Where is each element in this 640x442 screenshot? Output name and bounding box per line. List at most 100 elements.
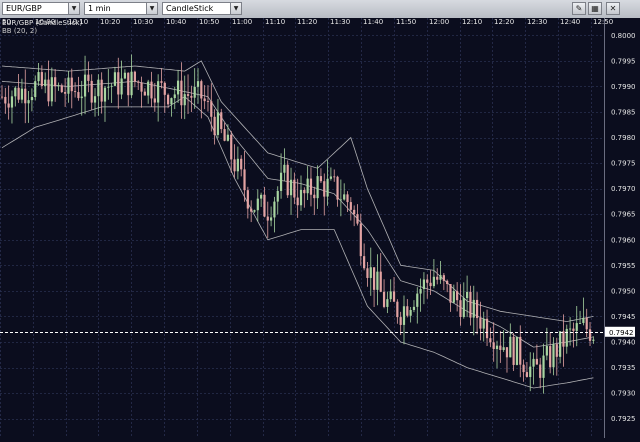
candle-body [87, 74, 90, 81]
candle-body [210, 101, 213, 117]
chart-canvas[interactable] [0, 18, 640, 438]
candle-body [382, 291, 386, 307]
candle-body [343, 194, 346, 200]
candle-body [54, 77, 57, 87]
candle-body [97, 79, 100, 97]
candle-body [27, 100, 30, 104]
candle-body [525, 372, 529, 377]
candle-body [153, 98, 156, 103]
candle-body [559, 331, 562, 357]
candle-body [70, 77, 73, 92]
candle-body [220, 112, 223, 130]
candle-body [313, 194, 316, 199]
candle-body [306, 178, 309, 194]
candle-body [406, 306, 409, 316]
candle-body [206, 101, 210, 102]
candle-body [14, 87, 17, 97]
candle-body [80, 96, 83, 99]
candle-body [4, 96, 7, 104]
candle-body [167, 94, 170, 105]
candle-body [432, 276, 435, 287]
settings-button[interactable]: ▦ [588, 2, 602, 15]
chevron-down-icon[interactable]: ▼ [68, 3, 79, 14]
candle-body [50, 77, 53, 102]
candle-body [260, 194, 263, 199]
candle-body [515, 336, 519, 365]
candle-body [452, 291, 455, 303]
candle-body [466, 291, 469, 299]
candle-body [103, 87, 107, 102]
timeframe-select-value: 1 min [88, 4, 111, 13]
candle-body [336, 176, 339, 200]
candle-body [392, 291, 396, 302]
candle-body [223, 129, 226, 141]
price-axis[interactable] [604, 18, 640, 438]
chevron-down-icon[interactable]: ▼ [230, 3, 241, 14]
candle-body [47, 79, 50, 102]
candle-body [326, 178, 329, 197]
candle-body [578, 322, 582, 324]
candle-body [535, 358, 538, 365]
candle-body [190, 95, 193, 98]
candle-body [57, 85, 60, 87]
candle-body [270, 217, 273, 221]
candle-body [30, 96, 33, 101]
candle-body [0, 96, 4, 98]
timeframe-select[interactable]: 1 min ▼ [84, 2, 158, 15]
candle-body [372, 267, 376, 290]
candle-body [120, 78, 123, 95]
candle-body [389, 291, 392, 300]
candle-body [273, 201, 276, 218]
candle-body [203, 98, 206, 102]
candle-body [539, 364, 542, 378]
candle-body [157, 81, 160, 103]
candle-body [502, 347, 505, 350]
pencil-icon: ✎ [575, 4, 583, 13]
candle-body [10, 96, 14, 108]
symbol-select[interactable]: EUR/GBP ▼ [2, 2, 80, 15]
candle-body [356, 214, 359, 224]
candle-body [353, 209, 356, 215]
candle-body [263, 194, 266, 217]
candle-body [143, 91, 146, 96]
candle-body [475, 299, 479, 319]
candle-body [446, 280, 449, 285]
candle-body [396, 301, 399, 318]
candle-body [276, 190, 279, 202]
candle-body [213, 116, 216, 135]
candle-body [366, 268, 369, 278]
candle-body [459, 300, 462, 317]
candle-body [329, 176, 332, 179]
candle-body [253, 210, 256, 212]
candle-body [303, 189, 306, 194]
candle-body [359, 223, 362, 257]
candle-body [426, 279, 429, 283]
chevron-down-icon[interactable]: ▼ [146, 3, 157, 14]
candle-body [512, 336, 515, 365]
candle-body [505, 347, 509, 358]
candle-body [147, 81, 150, 96]
chart-title: EUR/GBP (CandleStick) [2, 19, 83, 27]
candle-body [83, 74, 87, 97]
candle-body [100, 79, 103, 102]
candle-body [422, 279, 426, 290]
price-chart[interactable] [0, 18, 640, 438]
candle-body [250, 208, 253, 212]
candle-body [436, 276, 439, 280]
candle-body [479, 318, 482, 329]
candle-body [17, 87, 20, 100]
candle-body [532, 358, 535, 367]
candle-body [529, 366, 532, 377]
candle-body [256, 198, 259, 211]
candle-body [499, 345, 502, 350]
candle-body [44, 79, 47, 87]
candle-body [107, 86, 110, 88]
chart-style-select[interactable]: CandleStick ▼ [162, 2, 242, 15]
close-chart-button[interactable]: ✕ [606, 2, 620, 15]
candle-body [588, 329, 592, 341]
candle-body [349, 202, 352, 210]
candle-body [519, 336, 522, 365]
candle-body [240, 158, 243, 170]
candle-body [296, 197, 299, 206]
draw-line-button[interactable]: ✎ [572, 2, 586, 15]
